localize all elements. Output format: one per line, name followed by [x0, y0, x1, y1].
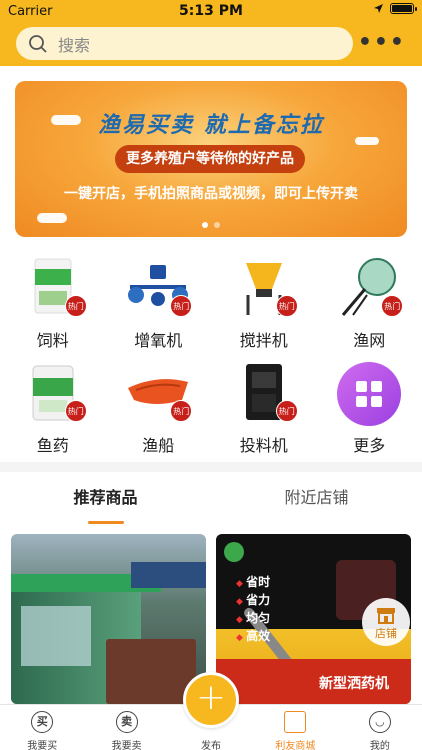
- mixer-icon: 热门: [232, 255, 298, 319]
- category-label: 饲料: [36, 331, 69, 350]
- sell-icon: 卖: [115, 711, 138, 733]
- ellipsis-icon[interactable]: •••: [358, 32, 406, 54]
- grid-icon: [337, 362, 402, 426]
- top-bar: Carrier 5:13 PM 搜索 •••: [0, 0, 422, 66]
- status-bar: Carrier 5:13 PM: [0, 0, 422, 22]
- product-card[interactable]: [11, 534, 206, 704]
- promo-banner[interactable]: 渔易买卖 就上备忘拉 更多养殖户等待你的好产品 一键开店，手机拍照商品或视频，即…: [15, 81, 407, 237]
- plus-icon: +: [195, 677, 227, 718]
- category-label: 搅拌机: [239, 331, 288, 350]
- bullet-item: 省时: [236, 574, 270, 592]
- hot-badge: 热门: [275, 295, 298, 317]
- buy-icon: 买: [31, 711, 54, 733]
- shopping-bag-icon: [284, 711, 307, 733]
- tab-recommended[interactable]: 推荐商品: [0, 472, 211, 524]
- content-tabs: 推荐商品 附近店铺: [0, 472, 422, 524]
- category-label: 更多: [353, 436, 386, 455]
- category-label: 鱼药: [36, 436, 69, 455]
- category-item-boat[interactable]: 热门 渔船: [106, 352, 212, 459]
- category-item-aerator[interactable]: 热门 增氧机: [106, 247, 212, 352]
- search-input[interactable]: 搜索: [16, 27, 353, 60]
- feed-bag-icon: 热门: [21, 255, 87, 319]
- brand-logo: [224, 542, 244, 562]
- tabbar-item-buy[interactable]: 买 我要买: [0, 705, 84, 750]
- category-item-medicine[interactable]: 热门 鱼药: [0, 352, 106, 459]
- category-grid: 热门 饲料 热门 增氧机 热门 搅拌机 热门 渔网 热门 鱼药 热门 渔船 热门…: [0, 247, 422, 459]
- category-item-feed[interactable]: 热门 饲料: [0, 247, 106, 352]
- banner-pill: 更多养殖户等待你的好产品: [115, 145, 305, 173]
- hot-badge: 热门: [64, 400, 87, 422]
- category-label: 渔船: [142, 436, 175, 455]
- search-placeholder: 搜索: [58, 35, 91, 55]
- category-item-mixer[interactable]: 热门 搅拌机: [211, 247, 317, 352]
- tabbar-label: 我要买: [27, 741, 58, 750]
- boat-icon: 热门: [126, 360, 193, 424]
- banner-title: 渔易买卖 就上备忘拉: [98, 113, 324, 138]
- product-bullets: 省时 省力 均匀 高效: [236, 574, 270, 646]
- store-icon: [377, 608, 395, 624]
- status-icons: [373, 3, 417, 14]
- category-label: 增氧机: [134, 331, 183, 350]
- fishing-net-icon: 热门: [337, 255, 404, 319]
- search-icon: [29, 34, 47, 53]
- tabbar-label: 利友商城: [275, 741, 316, 750]
- hot-badge: 热门: [275, 400, 298, 422]
- battery-level: [392, 5, 412, 12]
- hot-badge: 热门: [64, 295, 87, 317]
- carousel-dot[interactable]: [202, 222, 208, 228]
- tabbar-label: 我要卖: [111, 741, 142, 750]
- publish-button[interactable]: +: [183, 672, 239, 728]
- bullet-item: 均匀: [236, 610, 270, 628]
- category-item-more[interactable]: 更多: [317, 352, 422, 459]
- battery-icon: [390, 3, 417, 14]
- clock: 5:13 PM: [179, 3, 243, 19]
- tab-nearby-stores[interactable]: 附近店铺: [211, 472, 422, 524]
- tabbar-label: 我的: [369, 741, 390, 750]
- product-caption-bar: 新型洒药机: [216, 659, 411, 704]
- bullet-item: 省力: [236, 592, 270, 610]
- storefront-window: [21, 606, 91, 666]
- banner-subtitle: 一键开店，手机拍照商品或视频，即可上传开卖: [64, 186, 358, 202]
- carousel-dots: [15, 222, 407, 228]
- tabbar-item-sell[interactable]: 卖 我要卖: [84, 705, 168, 750]
- storefront-sign: [131, 562, 206, 588]
- tabbar-label: 发布: [201, 741, 222, 750]
- feeder-machine-icon: 热门: [232, 360, 298, 424]
- aerator-icon: 热门: [126, 255, 193, 319]
- store-button[interactable]: 店铺: [362, 598, 410, 646]
- category-label: 投料机: [239, 436, 288, 455]
- tabbar-item-mall[interactable]: 利友商城: [253, 705, 337, 750]
- carousel-dot[interactable]: [214, 222, 220, 228]
- fish-medicine-icon: 热门: [21, 360, 87, 424]
- tabbar-item-me[interactable]: ◡ 我的: [338, 705, 422, 750]
- location-arrow-icon: [374, 4, 383, 13]
- bullet-item: 高效: [236, 628, 270, 646]
- store-button-label: 店铺: [375, 627, 397, 640]
- smile-icon: ◡: [368, 711, 391, 733]
- category-item-net[interactable]: 热门 渔网: [317, 247, 422, 352]
- category-label: 渔网: [353, 331, 386, 350]
- product-card[interactable]: 省时 省力 均匀 高效 新型洒药机 店铺: [216, 534, 411, 704]
- category-item-feeder[interactable]: 热门 投料机: [211, 352, 317, 459]
- product-caption: 新型洒药机: [319, 676, 389, 692]
